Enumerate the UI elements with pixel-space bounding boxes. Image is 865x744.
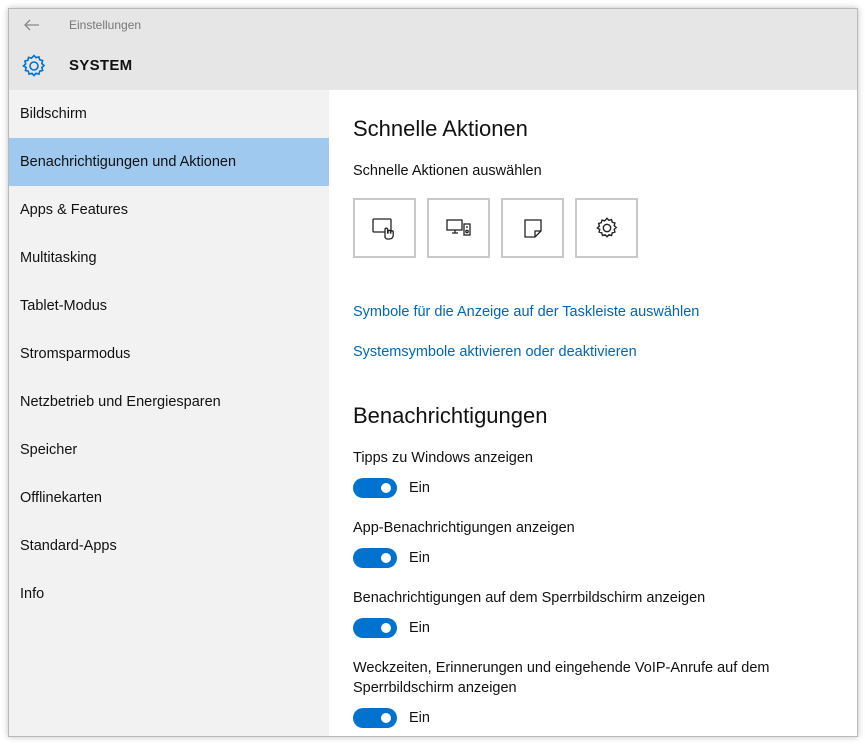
toggle-label-lockscreen: Benachrichtigungen auf dem Sperrbildschi… [353, 590, 706, 606]
sidebar-item-apps[interactable]: Apps & Features [9, 186, 329, 234]
quick-action-tile-note[interactable] [501, 198, 564, 258]
sidebar-item-label: Multitasking [20, 250, 97, 266]
settings-window: Einstellungen SYSTEM Bildschirm Benachri… [8, 8, 858, 737]
sidebar-item-offlinekarten[interactable]: Offlinekarten [9, 474, 329, 522]
sidebar-item-label: Benachrichtigungen und Aktionen [20, 154, 237, 170]
alarms-voip-toggle[interactable] [353, 708, 397, 728]
sidebar: Bildschirm Benachrichtigungen und Aktion… [9, 90, 329, 736]
sidebar-item-label: Bildschirm [20, 106, 87, 122]
toggle-knob [381, 483, 391, 493]
quick-action-tile-tablet-mode[interactable] [353, 198, 416, 258]
quick-actions-tiles [353, 198, 638, 258]
sidebar-item-label: Apps & Features [20, 202, 128, 218]
sidebar-item-tablet-modus[interactable]: Tablet-Modus [9, 282, 329, 330]
toggle-label-alarms: Weckzeiten, Erinnerungen und eingehende … [353, 660, 770, 676]
sidebar-item-label: Netzbetrieb und Energiesparen [20, 394, 221, 410]
toggle-knob [381, 623, 391, 633]
quick-actions-subtitle: Schnelle Aktionen auswählen [353, 163, 542, 179]
gear-icon [11, 41, 57, 90]
window-title: Einstellungen [69, 18, 142, 32]
sidebar-item-multitasking[interactable]: Multitasking [9, 234, 329, 282]
toggle-knob [381, 553, 391, 563]
notifications-title: Benachrichtigungen [353, 403, 548, 428]
system-icons-link[interactable]: Systemsymbole aktivieren oder deaktivier… [353, 344, 637, 360]
quick-actions-title: Schnelle Aktionen [353, 116, 528, 141]
sidebar-item-label: Offlinekarten [20, 490, 102, 506]
toggle-state: Ein [409, 480, 430, 496]
toggle-label-app-notifications: App-Benachrichtigungen anzeigen [353, 520, 575, 536]
settings-icon [595, 217, 617, 238]
sidebar-item-label: Tablet-Modus [20, 298, 108, 314]
sidebar-item-stromsparmodus[interactable]: Stromsparmodus [9, 330, 329, 378]
tips-toggle[interactable] [353, 478, 397, 498]
sidebar-item-netzbetrieb[interactable]: Netzbetrieb und Energiesparen [9, 378, 329, 426]
toggle-row-tips: Ein [353, 478, 430, 498]
taskbar-icons-link[interactable]: Symbole für die Anzeige auf der Taskleis… [353, 304, 699, 320]
note-icon [523, 219, 542, 238]
connect-icon [445, 219, 471, 236]
tablet-mode-icon [371, 218, 394, 240]
toggle-state: Ein [409, 620, 430, 636]
quick-action-tile-settings[interactable] [575, 198, 638, 258]
sidebar-item-benachrichtigungen[interactable]: Benachrichtigungen und Aktionen [9, 138, 329, 186]
sidebar-item-speicher[interactable]: Speicher [9, 426, 329, 474]
main-content: Schnelle Aktionen Schnelle Aktionen ausw… [329, 90, 857, 736]
sidebar-item-label: Standard-Apps [20, 538, 117, 554]
page-header: SYSTEM [9, 41, 857, 90]
back-button[interactable] [9, 9, 55, 41]
toggle-label-alarms-line2: Sperrbildschirm anzeigen [353, 680, 517, 696]
sidebar-item-label: Speicher [20, 442, 78, 458]
quick-action-tile-connect[interactable] [427, 198, 490, 258]
lockscreen-notifications-toggle[interactable] [353, 618, 397, 638]
sidebar-item-label: Info [20, 586, 45, 602]
title-bar: Einstellungen [9, 9, 857, 41]
toggle-state: Ein [409, 550, 430, 566]
toggle-knob [381, 713, 391, 723]
sidebar-item-bildschirm[interactable]: Bildschirm [9, 90, 329, 138]
app-notifications-toggle[interactable] [353, 548, 397, 568]
sidebar-item-info[interactable]: Info [9, 570, 329, 618]
toggle-state: Ein [409, 710, 430, 726]
toggle-row-alarms: Ein [353, 708, 430, 728]
back-arrow-icon [24, 19, 39, 31]
toggle-label-tips: Tipps zu Windows anzeigen [353, 450, 533, 466]
sidebar-item-standard-apps[interactable]: Standard-Apps [9, 522, 329, 570]
toggle-row-app-notifications: Ein [353, 548, 430, 568]
toggle-row-lockscreen: Ein [353, 618, 430, 638]
page-title: SYSTEM [69, 57, 133, 74]
sidebar-item-label: Stromsparmodus [20, 346, 131, 362]
